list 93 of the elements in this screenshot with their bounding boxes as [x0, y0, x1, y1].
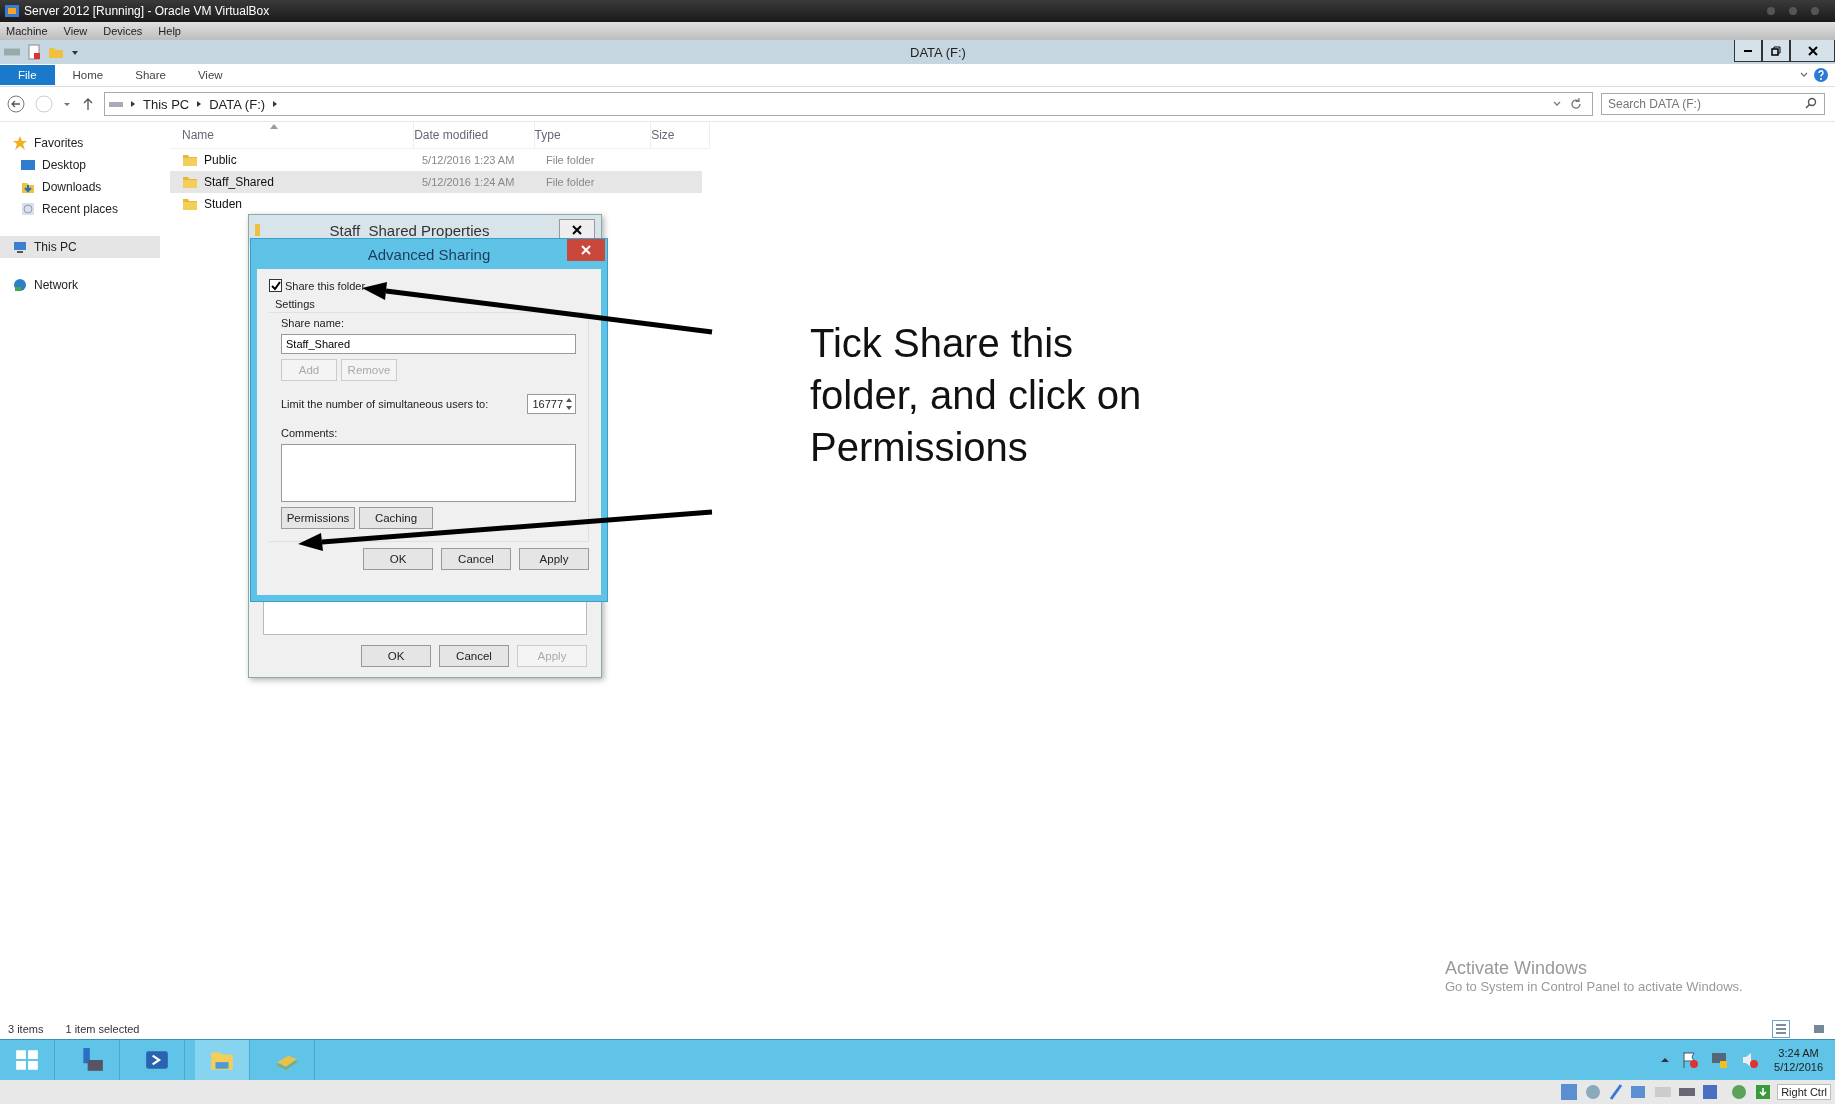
window-title: Server 2012 [Running] - Oracle VM VirtualBox	[24, 4, 270, 18]
share-name-field[interactable]: Staff_Shared	[281, 334, 576, 354]
column-header[interactable]: Date modified	[414, 122, 535, 148]
monitor-icon	[20, 157, 36, 173]
menu-item[interactable]: View	[63, 25, 88, 37]
dialog-button[interactable]: OK	[363, 548, 433, 570]
computer-icon	[12, 239, 28, 255]
breadcrumb-item[interactable]: This PC	[143, 96, 190, 112]
field-label: Comments:	[281, 427, 339, 439]
window-title: DATA (F:)	[910, 45, 966, 60]
ribbon-tab[interactable]: View	[183, 66, 237, 84]
menu-item[interactable]: Help	[158, 25, 181, 37]
dialog-button[interactable]: Cancel	[439, 645, 509, 667]
field-label: Share name:	[281, 317, 345, 329]
breadcrumb-item[interactable]: DATA (F:)	[209, 96, 266, 112]
clock[interactable]: 3:24 AM 5/12/2016	[1770, 1046, 1827, 1074]
close-icon	[572, 225, 582, 235]
nav-item[interactable]: Downloads	[0, 176, 160, 198]
date-text: 5/12/2016 1:24 AM	[422, 176, 516, 188]
host-key-text: Right Ctrl	[1777, 1084, 1831, 1100]
close-button[interactable]	[1790, 40, 1835, 62]
address-bar[interactable]: This PC DATA (F:)	[104, 92, 1593, 116]
comments-field[interactable]	[281, 444, 576, 502]
nav-item[interactable]: Recent places	[0, 198, 160, 220]
folder-icon	[182, 196, 198, 212]
file-row[interactable]: Staff_Shared 5/12/2016 1:24 AM File folder	[170, 171, 702, 193]
dialog-title: Advanced Sharing	[366, 245, 492, 263]
type-text: File folder	[546, 176, 596, 188]
folder-icon	[182, 174, 198, 190]
refresh-icon[interactable]	[1568, 96, 1584, 112]
dialog-button[interactable]: Apply	[519, 548, 589, 570]
activation-text: Go to System in Control Panel to activate Windows.	[1445, 979, 1743, 994]
close-icon	[581, 245, 591, 255]
sort-icon	[270, 124, 278, 129]
type-text: File folder	[546, 154, 596, 166]
date-text: 5/12/2016 1:23 AM	[422, 154, 516, 166]
close-icon	[1807, 45, 1818, 56]
checkmark-icon	[270, 280, 281, 291]
flag-icon[interactable]	[1680, 1050, 1701, 1070]
spin-arrows-icon[interactable]	[565, 396, 573, 412]
network-icon	[12, 277, 28, 293]
dialog-button[interactable]: OK	[361, 645, 431, 667]
window-control-icon[interactable]	[1787, 5, 1799, 17]
back-icon[interactable]	[6, 94, 26, 114]
restore-button[interactable]	[1762, 40, 1790, 62]
ribbon-tab[interactable]: Share	[121, 66, 180, 84]
annotation-text: Tick Share this folder, and click on Permissions	[810, 320, 1143, 471]
nav-item[interactable]: Network	[0, 274, 160, 296]
window-control-icon[interactable]	[1809, 5, 1821, 17]
file-row[interactable]: Public 5/12/2016 1:23 AM File folder	[170, 149, 702, 171]
speaker-icon[interactable]	[1740, 1050, 1761, 1070]
app-icon	[4, 3, 20, 19]
chevron-icon[interactable]	[129, 100, 137, 108]
ribbon-tab[interactable]: File	[0, 65, 55, 85]
details-view-icon[interactable]	[1773, 1021, 1789, 1037]
window-control-icon[interactable]	[1765, 5, 1777, 17]
search-field[interactable]: Search DATA (F:)	[1601, 93, 1825, 115]
help-icon[interactable]	[1813, 67, 1829, 83]
folder-icon	[182, 152, 198, 168]
dialog-title: Staff_Shared Properties	[328, 221, 491, 239]
status-text: 1 item selected	[65, 1023, 140, 1035]
user-limit-spinner[interactable]: 16777	[527, 394, 576, 414]
restore-icon	[1771, 45, 1781, 56]
dialog-button[interactable]: Cancel	[441, 548, 511, 570]
dialog-button[interactable]: Permissions	[281, 507, 355, 529]
nav-item[interactable]: This PC	[0, 236, 160, 258]
field-label: Limit the number of simultaneous users to:	[281, 398, 489, 410]
menu-item[interactable]: Devices	[103, 25, 143, 37]
caret-icon[interactable]	[1660, 1055, 1671, 1065]
star-icon	[12, 135, 28, 151]
folder-icon	[255, 224, 260, 236]
file-name: Staff_Shared	[204, 175, 274, 189]
windows-logo-icon	[14, 1047, 40, 1073]
minimize-button[interactable]	[1734, 40, 1762, 62]
nav-item[interactable]: Favorites	[0, 132, 160, 154]
close-button[interactable]	[559, 219, 595, 241]
dialog-button[interactable]: Caching	[359, 507, 433, 529]
menu-item[interactable]: Machine	[6, 25, 48, 37]
ribbon-tab[interactable]: Home	[58, 66, 118, 84]
minimize-icon	[1744, 49, 1752, 52]
arrow-down-icon[interactable]	[1755, 1084, 1772, 1100]
properties-icon[interactable]	[26, 44, 42, 60]
column-header[interactable]: Size	[651, 122, 710, 148]
file-name: Studen	[204, 197, 243, 211]
checkbox[interactable]	[269, 279, 282, 292]
file-name: Public	[204, 153, 237, 167]
status-text: 3 items	[8, 1023, 44, 1035]
file-row[interactable]: Studen	[170, 193, 702, 215]
share-checkbox[interactable]: Share this folder	[269, 279, 366, 292]
nav-item[interactable]: Desktop	[0, 154, 160, 176]
column-header[interactable]: Type	[534, 122, 652, 148]
activation-title: Activate Windows	[1445, 958, 1589, 979]
group-label: Settings	[274, 298, 316, 310]
